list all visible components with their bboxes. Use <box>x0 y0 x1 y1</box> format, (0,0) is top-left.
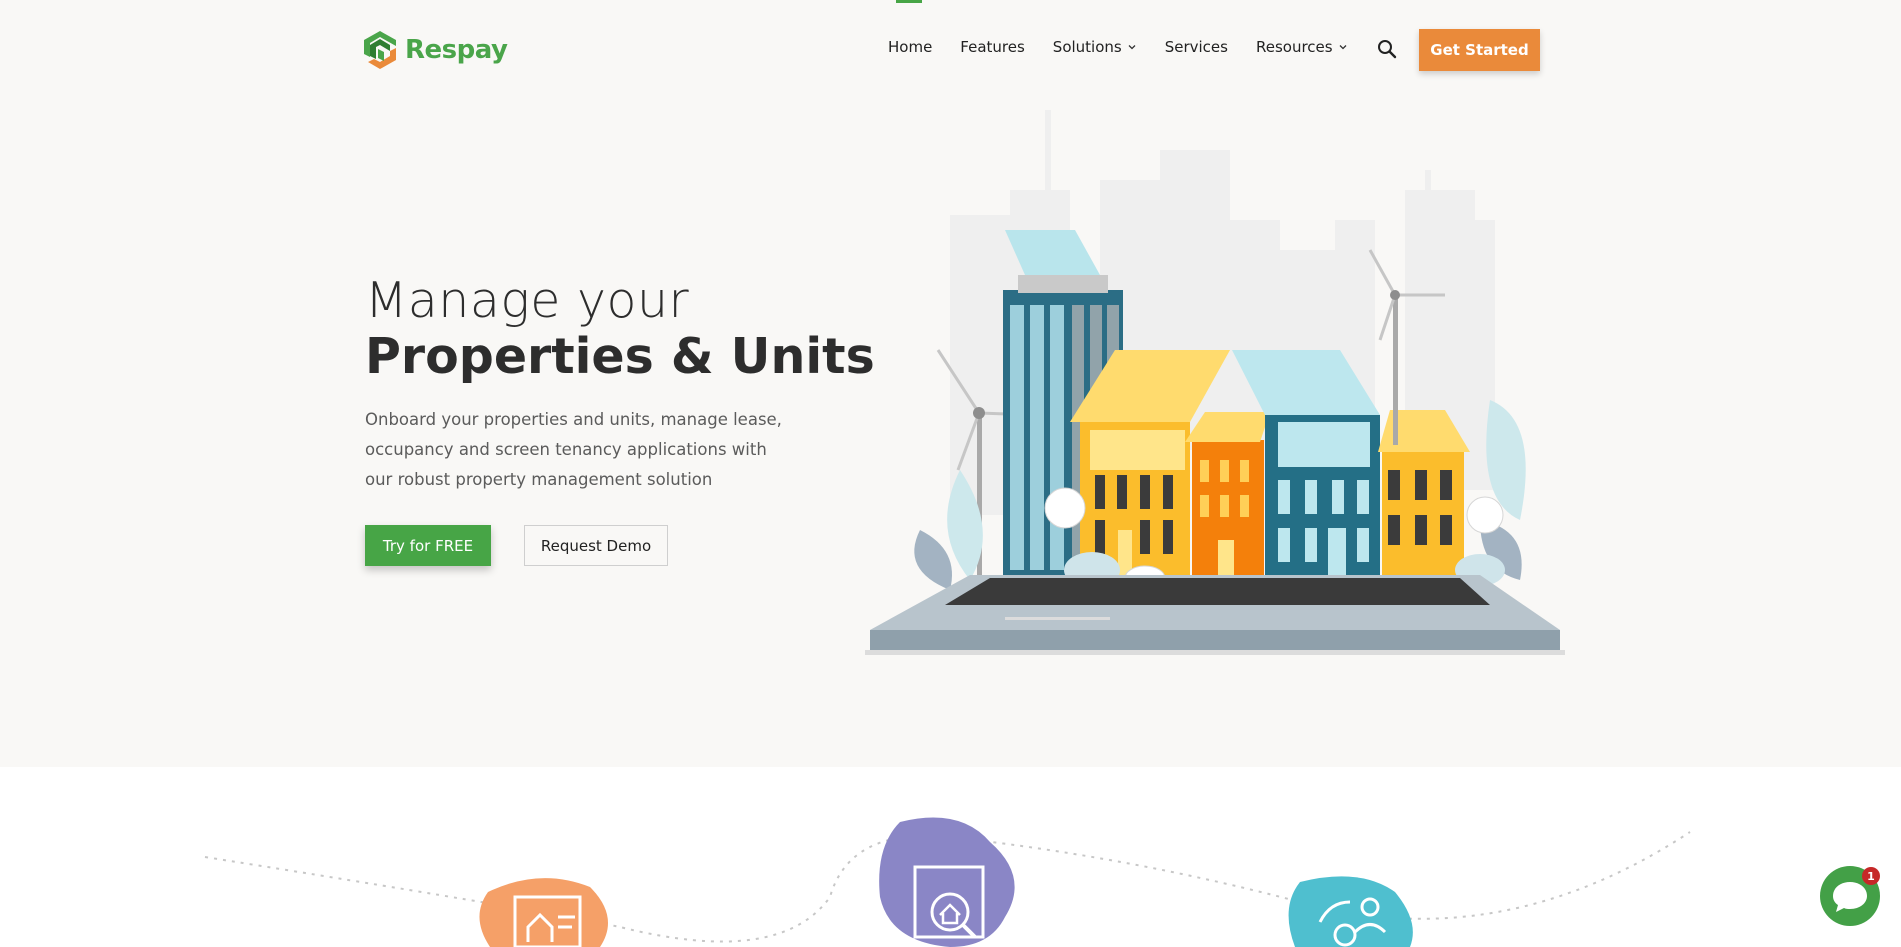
nav-item-label: Resources <box>1255 38 1333 56</box>
respay-logo-icon <box>364 31 396 69</box>
try-for-free-button[interactable]: Try for FREE <box>365 525 491 566</box>
chat-notification-badge: 1 <box>1862 867 1880 885</box>
features-strip <box>204 817 1691 947</box>
nav-item-solutions[interactable]: Solutions <box>1053 38 1137 56</box>
hero-description: Onboard your properties and units, manag… <box>365 410 782 489</box>
brand-name: Respay <box>405 35 508 65</box>
main-nav: Home Features Solutions Services Resourc… <box>888 38 1348 56</box>
hero-headline-line1: Manage your <box>365 272 690 329</box>
nav-item-label: Services <box>1164 38 1228 56</box>
brand-logo[interactable]: Respay <box>360 29 508 71</box>
get-started-button[interactable]: Get Started <box>1419 29 1540 71</box>
top-accent-bar <box>896 0 922 3</box>
request-demo-button[interactable]: Request Demo <box>524 525 668 566</box>
property-listing-icon <box>479 878 608 947</box>
property-search-icon <box>879 817 1015 947</box>
hero-headline-line2: Properties & Units <box>365 328 875 385</box>
chevron-down-icon <box>1128 45 1136 50</box>
yellow-building-right <box>1378 410 1470 580</box>
nav-item-label: Solutions <box>1052 38 1122 56</box>
nav-item-resources[interactable]: Resources <box>1256 38 1348 56</box>
nav-item-home[interactable]: Home <box>888 38 932 56</box>
search-button[interactable] <box>1376 38 1398 60</box>
tenant-payment-icon <box>1288 876 1413 947</box>
nav-item-label: Home <box>888 38 933 56</box>
city-buildings-illustration <box>865 110 1565 655</box>
nav-item-features[interactable]: Features <box>960 38 1025 56</box>
search-icon <box>1378 40 1397 59</box>
orange-building <box>1185 412 1270 580</box>
chevron-down-icon <box>1339 45 1347 50</box>
nav-item-label: Features <box>960 38 1025 56</box>
nav-item-services[interactable]: Services <box>1165 38 1228 56</box>
